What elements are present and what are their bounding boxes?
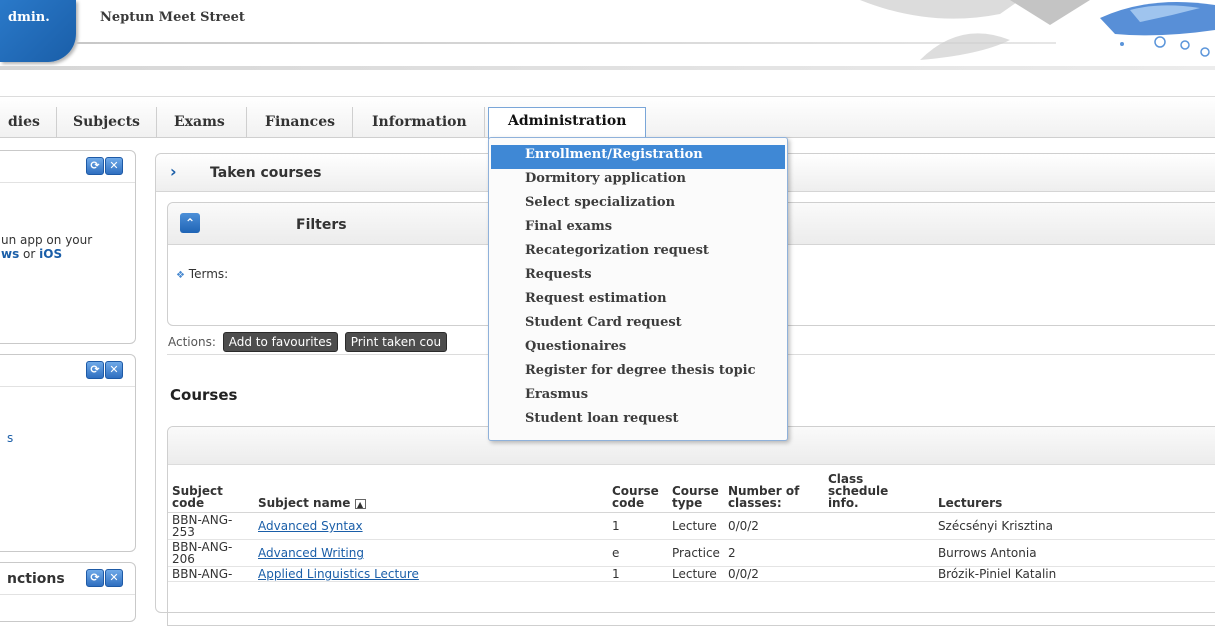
tab-subjects[interactable]: Subjects (73, 109, 140, 139)
menu-item-select-specialization[interactable]: Select specialization (489, 193, 787, 217)
close-icon[interactable]: ✕ (105, 361, 123, 379)
col-course-type[interactable]: Course type (668, 471, 724, 513)
courses-table: Subject code Subject name ▲ Course code Co… (168, 471, 1215, 582)
print-taken-courses-button[interactable]: Print taken cou (344, 332, 448, 352)
cell-course-code: e (608, 539, 668, 567)
menu-item-student-card-request[interactable]: Student Card request (489, 313, 787, 337)
actions-label: Actions: (168, 335, 216, 349)
refresh-icon[interactable]: ⟳ (86, 569, 104, 587)
cell-course-code: 1 (608, 566, 668, 582)
tab-studies[interactable]: dies (8, 109, 40, 139)
tab-separator (156, 107, 157, 137)
sidebar-app-line: un app on your (1, 233, 93, 247)
subject-link[interactable]: Advanced Syntax (254, 512, 608, 540)
cell-course-type: Lecture (668, 512, 724, 540)
menu-item-recategorization-request[interactable]: Recategorization request (489, 241, 787, 265)
add-to-favourites-button[interactable]: Add to favourites (222, 332, 338, 352)
actions-row: Actions: Add to favourites Print taken c… (168, 332, 448, 352)
menu-item-degree-thesis-topic[interactable]: Register for degree thesis topic (489, 361, 787, 385)
refresh-icon[interactable]: ⟳ (86, 361, 104, 379)
menu-item-questionaires[interactable]: Questionaires (489, 337, 787, 361)
tab-information[interactable]: Information (372, 109, 467, 139)
col-class-schedule[interactable]: Class schedule info. (823, 471, 934, 513)
tab-separator (56, 107, 57, 137)
sidebar-box-header: nctions ⟳ ✕ (0, 563, 135, 595)
cell-subject-code: BBN-ANG- (168, 566, 254, 582)
sidebar-box-2: ⟳ ✕ s (0, 354, 136, 552)
close-icon[interactable]: ✕ (105, 157, 123, 175)
page-title: Taken courses (210, 165, 322, 181)
refresh-icon[interactable]: ⟳ (86, 157, 104, 175)
administration-dropdown: Enrollment/Registration Dormitory applic… (488, 137, 788, 441)
sidebar-app-text: un app on your ws or iOS (1, 233, 92, 261)
cell-subject-code: BBN-ANG- 206 (168, 539, 254, 567)
sort-asc-icon[interactable]: ▲ (354, 499, 366, 509)
terms-filter: ❖ Terms: (176, 267, 228, 281)
tab-exams[interactable]: Exams (174, 109, 225, 139)
cell-schedule (823, 512, 934, 540)
subject-link[interactable]: Applied Linguistics Lecture (254, 566, 608, 582)
sidebar-box-header: ⟳ ✕ (0, 151, 135, 183)
close-icon[interactable]: ✕ (105, 569, 123, 587)
cell-classes: 0/0/2 (723, 512, 824, 540)
table-row[interactable]: BBN-ANG- 253 Advanced Syntax 1 Lecture 0/… (168, 512, 1215, 540)
tab-separator (352, 107, 353, 137)
menu-item-final-exams[interactable]: Final exams (489, 217, 787, 241)
cell-lecturers: Brózik-Piniel Katalin (933, 566, 1215, 582)
diamond-icon: ❖ (176, 270, 185, 281)
tab-separator (484, 107, 485, 137)
menu-item-dormitory-application[interactable]: Dormitory application (489, 169, 787, 193)
menu-item-requests[interactable]: Requests (489, 265, 787, 289)
filters-title: Filters (296, 217, 347, 233)
menu-item-student-loan-request[interactable]: Student loan request (489, 409, 787, 433)
org-name: Neptun Meet Street (100, 10, 245, 25)
menu-item-erasmus[interactable]: Erasmus (489, 385, 787, 409)
sidebar-box-header: ⟳ ✕ (0, 355, 135, 387)
logo-tab[interactable]: dmin. (0, 0, 76, 62)
sidebar-box-functions: nctions ⟳ ✕ (0, 562, 136, 622)
table-row[interactable]: BBN-ANG- 206 Advanced Writing e Practice … (168, 539, 1215, 567)
cell-lecturers: Szécsényi Krisztina (933, 512, 1215, 540)
col-subject-name[interactable]: Subject name ▲ (254, 471, 608, 513)
courses-grid: Subject code Subject name ▲ Course code Co… (167, 426, 1215, 626)
col-subject-code[interactable]: Subject code (168, 471, 254, 513)
cell-schedule (823, 539, 934, 567)
cell-lecturers: Burrows Antonia (933, 539, 1215, 567)
cell-course-type: Practice (668, 539, 724, 567)
cell-schedule (823, 566, 934, 582)
sidebar-link[interactable]: s (7, 431, 13, 445)
cell-course-code: 1 (608, 512, 668, 540)
logo-text: dmin. (8, 10, 50, 25)
col-lecturers[interactable]: Lecturers (933, 471, 1215, 513)
tab-administration[interactable]: Administration (488, 107, 646, 139)
col-course-code[interactable]: Course code (608, 471, 668, 513)
header: dmin. Neptun Meet Street (0, 0, 1215, 90)
main-menu-bar: dies Subjects Exams Finances Information… (0, 96, 1215, 139)
col-number-of-classes[interactable]: Number of classes: (723, 471, 824, 513)
ios-link[interactable]: iOS (39, 247, 62, 261)
terms-label: Terms: (188, 267, 229, 281)
header-decoration (860, 0, 1215, 60)
cell-course-type: Lecture (668, 566, 724, 582)
courses-title: Courses (170, 386, 238, 404)
collapse-icon[interactable]: ⌃ (180, 213, 200, 233)
chevron-right-icon[interactable]: › (170, 162, 177, 181)
sidebar-or-text: or (19, 247, 40, 261)
table-row[interactable]: BBN-ANG- Applied Linguistics Lecture 1 L… (168, 566, 1215, 582)
menu-item-enrollment-registration[interactable]: Enrollment/Registration (491, 145, 785, 169)
subject-link[interactable]: Advanced Writing (254, 539, 608, 567)
sidebar-box-app: ⟳ ✕ un app on your ws or iOS (0, 150, 136, 344)
cell-classes: 0/0/2 (723, 566, 824, 582)
cell-classes: 2 (723, 539, 824, 567)
cell-subject-code: BBN-ANG- 253 (168, 512, 254, 540)
sidebar-box-title: nctions (7, 571, 65, 587)
tab-separator (246, 107, 247, 137)
table-header-row: Subject code Subject name ▲ Course code Co… (168, 471, 1215, 513)
windows-link[interactable]: ws (1, 247, 19, 261)
menu-item-request-estimation[interactable]: Request estimation (489, 289, 787, 313)
tab-finances[interactable]: Finances (265, 109, 335, 139)
